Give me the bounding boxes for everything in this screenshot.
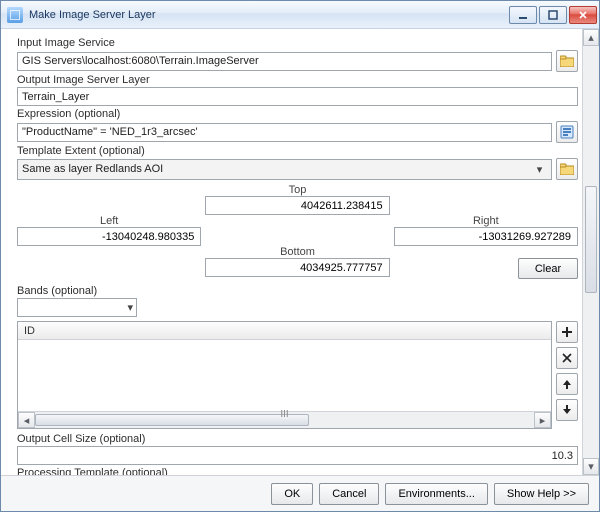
window-title: Make Image Server Layer [29, 9, 509, 21]
extent-right-field[interactable]: -13031269.927289 [394, 227, 578, 246]
show-help-button[interactable]: Show Help >> [494, 483, 589, 505]
input-service-field[interactable]: GIS Servers\localhost:6080\Terrain.Image… [17, 52, 552, 71]
minimize-button[interactable] [509, 6, 537, 24]
template-extent-label: Template Extent (optional) [17, 145, 578, 157]
extent-panel: Top 4042611.238415 Left Right -13040248.9… [17, 184, 578, 279]
clear-button[interactable]: Clear [518, 258, 578, 279]
dialog-footer: OK Cancel Environments... Show Help >> [1, 475, 599, 511]
template-extent-dropdown[interactable]: Same as layer Redlands AOI ▾ [17, 159, 552, 180]
scroll-down-icon[interactable]: ▾ [583, 458, 599, 475]
extent-left-label: Left [17, 215, 201, 227]
extent-left-field[interactable]: -13040248.980335 [17, 227, 201, 246]
window-controls [509, 6, 597, 24]
dialog-window: Make Image Server Layer Input Image Serv… [0, 0, 600, 512]
cell-size-field[interactable]: 10.3 [17, 446, 578, 465]
extent-top-field[interactable]: 4042611.238415 [205, 196, 389, 215]
scroll-thumb[interactable] [585, 186, 597, 293]
bands-label: Bands (optional) [17, 285, 578, 297]
environments-button[interactable]: Environments... [385, 483, 487, 505]
scroll-left-icon[interactable]: ◂ [18, 412, 35, 428]
title-bar[interactable]: Make Image Server Layer [1, 1, 599, 29]
expression-field[interactable]: "ProductName" = 'NED_1r3_arcsec' [17, 123, 552, 142]
bands-dropdown[interactable]: ▾ [17, 298, 137, 317]
extent-bottom-field[interactable]: 4034925.777757 [205, 258, 389, 277]
processing-template-label: Processing Template (optional) [17, 467, 578, 475]
output-layer-field[interactable]: Terrain_Layer [17, 87, 578, 106]
output-layer-label: Output Image Server Layer [17, 74, 578, 86]
scroll-up-icon[interactable]: ▴ [583, 29, 599, 46]
scroll-right-icon[interactable]: ▸ [534, 412, 551, 428]
scroll-thumb[interactable] [35, 414, 309, 426]
horizontal-scrollbar[interactable]: ◂ III ▸ [18, 411, 551, 428]
vertical-scrollbar[interactable]: ▴ ▾ [582, 29, 599, 475]
cell-size-label: Output Cell Size (optional) [17, 433, 578, 445]
move-up-icon[interactable] [556, 373, 578, 395]
expression-label: Expression (optional) [17, 108, 578, 120]
extent-bottom-label: Bottom [205, 246, 389, 258]
app-icon [7, 7, 23, 23]
cancel-button[interactable]: Cancel [319, 483, 379, 505]
bands-list-header[interactable]: ID [18, 322, 551, 340]
maximize-button[interactable] [539, 6, 567, 24]
chevron-down-icon: ▾ [127, 301, 133, 314]
input-service-label: Input Image Service [17, 37, 578, 49]
extent-top-label: Top [205, 184, 389, 196]
remove-icon[interactable] [556, 347, 578, 369]
form-body: Input Image Service GIS Servers\localhos… [1, 29, 582, 475]
move-down-icon[interactable] [556, 399, 578, 421]
close-button[interactable] [569, 6, 597, 24]
bands-listbox[interactable]: ID ◂ III ▸ [17, 321, 552, 429]
add-icon[interactable] [556, 321, 578, 343]
sql-builder-icon[interactable] [556, 121, 578, 143]
browse-folder-icon[interactable] [556, 50, 578, 72]
browse-folder-icon[interactable] [556, 158, 578, 180]
bands-list-buttons [556, 321, 578, 429]
ok-button[interactable]: OK [271, 483, 313, 505]
extent-right-label: Right [394, 215, 578, 227]
chevron-down-icon: ▾ [532, 163, 547, 176]
